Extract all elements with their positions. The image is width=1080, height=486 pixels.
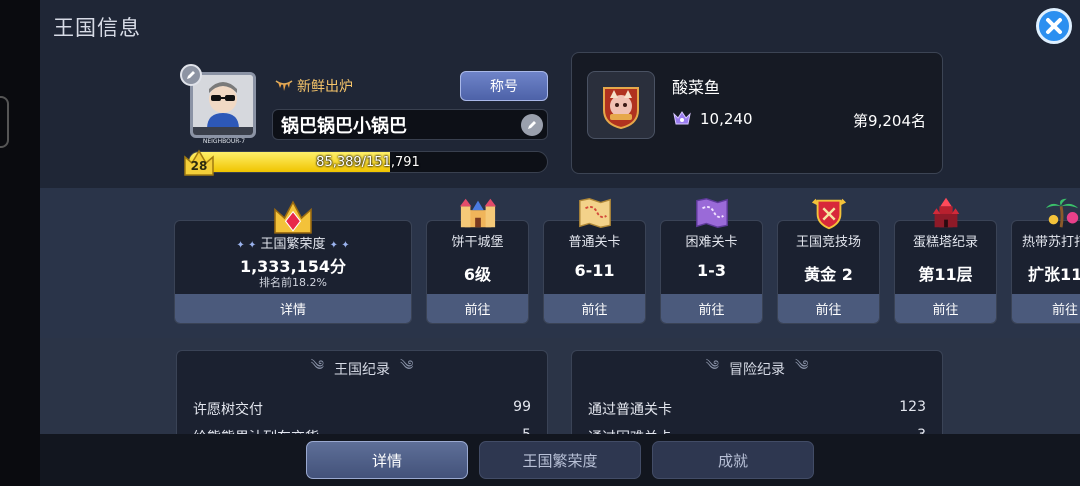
card-label: 热带苏打打	[1022, 231, 1080, 250]
pencil-icon	[187, 71, 195, 79]
record-label: 通过普通关卡	[588, 402, 672, 418]
card-value: 扩张11	[1028, 265, 1080, 284]
kingdom-name: 锅巴锅巴小锅巴	[281, 115, 407, 137]
xp-bar: 85,389/151,791	[188, 151, 548, 173]
map-icon	[578, 198, 611, 228]
cake-tower-go-button[interactable]: 前往	[895, 294, 996, 323]
record-label: 许愿树交付	[193, 402, 263, 418]
arena-go-button[interactable]: 前往	[778, 294, 879, 323]
card-sub: 排名前18.2%	[259, 276, 327, 289]
record-value: 99	[513, 399, 531, 415]
card-label: 普通关卡	[568, 235, 621, 250]
avatar-caption: NEIGHBOUR-7	[202, 138, 246, 145]
level-badge: 28	[182, 148, 216, 176]
system-edge	[0, 0, 40, 486]
tab-achievements[interactable]: 成就	[652, 441, 814, 479]
close-icon	[1046, 18, 1062, 34]
card-hard-stage: 困难关卡 1-3 前往	[660, 198, 763, 324]
card-label-text: 王国繁荣度	[260, 237, 326, 252]
record-row: 许愿树交付 99	[193, 399, 531, 419]
castle-go-button[interactable]: 前往	[427, 294, 528, 323]
level-number: 28	[190, 159, 208, 173]
guild-points-value: 10,240	[700, 110, 753, 128]
adventure-record-title: 冒险纪录	[729, 362, 785, 378]
card-value: 6级	[463, 265, 492, 284]
card-prosperity: ✦ ✦ 王国繁荣度 ✦ ✦ 1,333,154分 排名前18.2% 详情	[174, 200, 412, 324]
avatar-edit-button[interactable]	[180, 64, 202, 86]
kingdom-info-screen: 王国信息 NEIGHBOUR-7 新鲜出炉 称号 锅巴锅巴小锅巴 85,389/…	[40, 0, 1080, 486]
tab-prosperity[interactable]: 王国繁荣度	[479, 441, 641, 479]
swirl-icon: ༄	[400, 358, 414, 374]
card-arena: 王国竞技场 黄金 2 前往	[777, 198, 880, 324]
title-button[interactable]: 称号	[460, 71, 548, 101]
page-title: 王国信息	[53, 16, 141, 40]
tropical-soda-go-button[interactable]: 前往	[1012, 294, 1080, 323]
name-edit-button[interactable]	[521, 114, 543, 136]
swirl-icon: ༄	[310, 358, 324, 374]
guild-rank: 第9,204名	[853, 112, 926, 130]
avatar[interactable]	[190, 72, 256, 138]
palm-island-icon	[1045, 198, 1079, 228]
title-badge: 新鲜出炉	[275, 76, 353, 96]
guild-name: 酸菜鱼	[672, 78, 721, 97]
crown-gem-icon	[274, 200, 312, 234]
card-label-text: 热带苏打	[1022, 235, 1075, 250]
adventure-record-header: ༄ 冒险纪录 ༄	[572, 351, 942, 387]
tab-details[interactable]: 详情	[306, 441, 468, 479]
card-label: 王国竞技场	[795, 235, 861, 250]
card-normal-stage: 普通关卡 6-11 前往	[543, 198, 646, 324]
card-label: 蛋糕塔纪录	[912, 235, 978, 250]
card-value: 6-11	[574, 261, 615, 280]
swirl-icon: ༄	[705, 358, 719, 374]
record-value: 123	[899, 399, 926, 415]
sparkle-icon: ✦ ✦	[236, 240, 257, 251]
profile-panel: NEIGHBOUR-7 新鲜出炉 称号 锅巴锅巴小锅巴 85,389/151,7…	[172, 60, 556, 178]
kingdom-record-header: ༄ 王国纪录 ༄	[177, 351, 547, 387]
swirl-icon: ༄	[795, 358, 809, 374]
card-value: 第11层	[918, 265, 973, 284]
normal-stage-go-button[interactable]: 前往	[544, 294, 645, 323]
card-label: 困难关卡	[685, 235, 738, 250]
castle-icon	[459, 198, 496, 228]
guild-panel[interactable]: 酸菜鱼 10,240 第9,204名	[571, 52, 943, 174]
card-value: 黄金 2	[804, 265, 853, 284]
kingdom-record-title: 王国纪录	[334, 362, 390, 378]
guild-emblem-icon	[603, 87, 639, 130]
dark-map-icon	[695, 198, 728, 228]
tower-icon	[932, 197, 959, 228]
card-value: 1-3	[697, 261, 726, 280]
hard-stage-go-button[interactable]: 前往	[661, 294, 762, 323]
guild-emblem	[587, 71, 655, 139]
card-castle: 饼干城堡 6级 前往	[426, 198, 529, 324]
record-row: 通过普通关卡 123	[588, 399, 926, 419]
close-button[interactable]	[1036, 8, 1072, 44]
guild-points: 10,240	[672, 110, 753, 128]
edge-handle	[0, 96, 9, 148]
pencil-icon	[528, 121, 536, 129]
card-label: ✦ ✦ 王国繁荣度 ✦ ✦	[175, 233, 411, 252]
card-cake-tower: 蛋糕塔纪录 第11层 前往	[894, 197, 997, 324]
sparkle-icon: ✦ ✦	[329, 240, 350, 251]
arena-shield-icon	[811, 198, 846, 230]
title-badge-text: 新鲜出炉	[297, 79, 353, 95]
guild-trophy-icon	[673, 111, 691, 125]
kingdom-name-field[interactable]: 锅巴锅巴小锅巴	[272, 109, 548, 140]
avatar-character-icon	[193, 75, 253, 135]
xp-text: 85,389/151,791	[316, 154, 420, 170]
bunting-icon	[275, 80, 293, 91]
prosperity-detail-button[interactable]: 详情	[175, 294, 411, 323]
card-tropical-soda: 热带苏打打 扩张11 前往	[1011, 198, 1080, 324]
card-label: 饼干城堡	[451, 235, 504, 250]
